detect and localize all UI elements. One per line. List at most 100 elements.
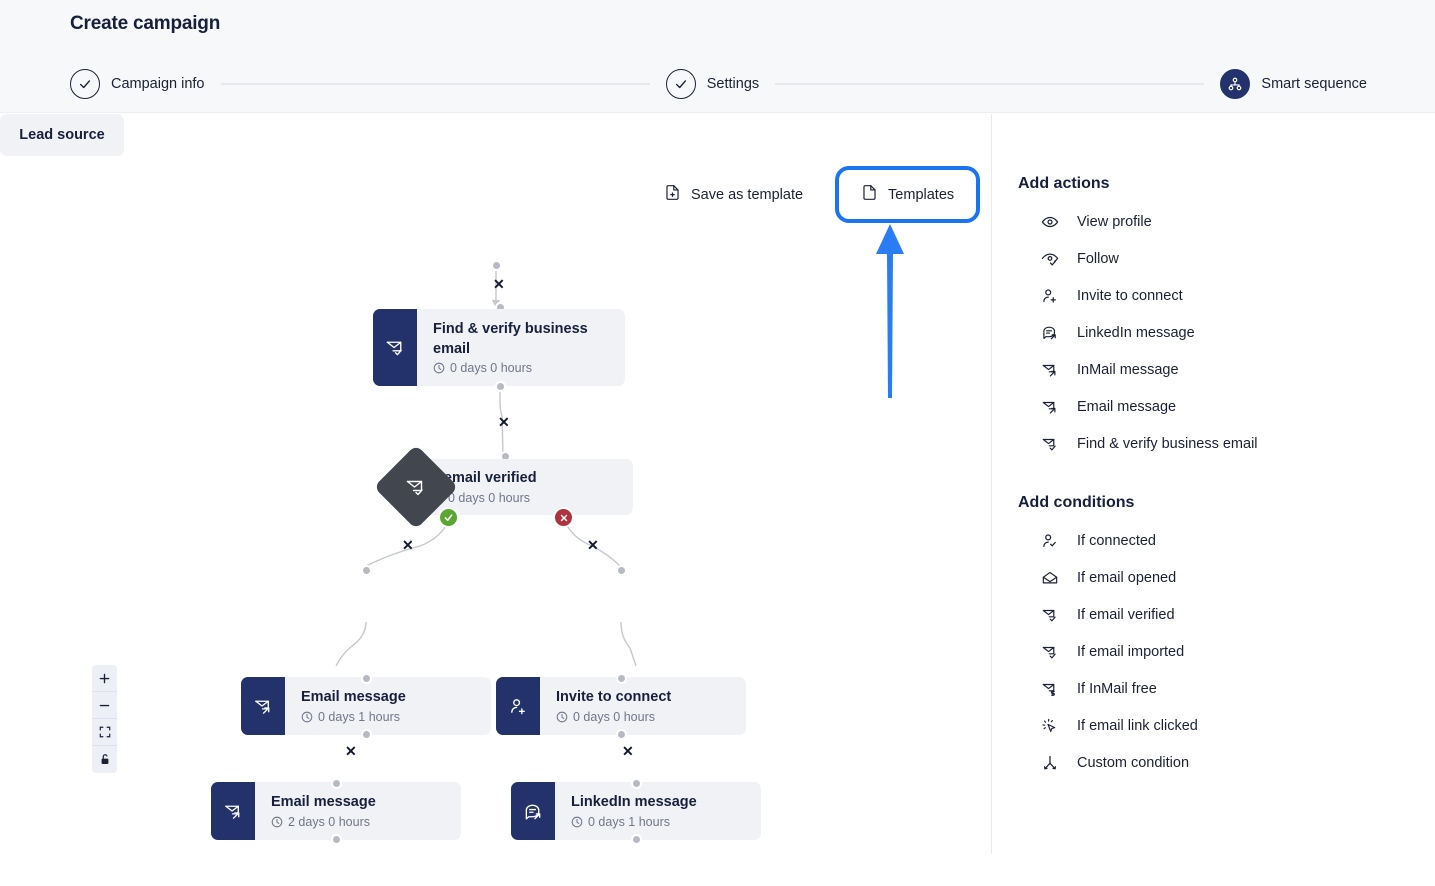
condition-label: If email imported — [1077, 644, 1184, 660]
node-title: Email message — [271, 793, 445, 813]
condition-item-if-connected[interactable]: If connected — [1018, 522, 1435, 559]
action-item-linkedin-message[interactable]: LinkedIn message — [1018, 314, 1435, 351]
node-handle[interactable] — [631, 778, 642, 789]
node-duration: 0 days 1 hours — [571, 815, 745, 829]
lock-canvas-button[interactable] — [92, 746, 117, 773]
branch-icon — [1040, 753, 1060, 773]
node-email-message-followup[interactable]: Email message 2 days 0 hours — [211, 782, 461, 840]
zoom-out-button[interactable] — [92, 692, 117, 719]
cursor-click-icon — [1040, 716, 1060, 736]
sequence-canvas[interactable]: Save as template Templates — [0, 114, 990, 854]
condition-item-if-email-link-clicked[interactable]: If email link clicked — [1018, 707, 1435, 744]
action-label: Find & verify business email — [1077, 436, 1258, 452]
envelope-open-icon — [1040, 568, 1060, 588]
node-handle[interactable] — [616, 729, 627, 740]
action-item-view-profile[interactable]: View profile — [1018, 203, 1435, 240]
node-handle[interactable] — [361, 673, 372, 684]
step-smart-sequence[interactable]: Smart sequence — [1220, 69, 1367, 99]
check-icon — [666, 69, 696, 99]
progress-stepper: Campaign info Settings Smart sequence — [70, 68, 1367, 100]
envelope-arrow-icon — [241, 677, 285, 735]
condition-label: If connected — [1077, 533, 1156, 549]
envelope-check-icon — [1040, 605, 1060, 625]
node-lead-source-label: Lead source — [19, 127, 104, 143]
condition-label: If email opened — [1077, 570, 1176, 586]
node-lead-source[interactable]: Lead source — [0, 114, 124, 156]
action-item-find-verify-business-email[interactable]: Find & verify business email — [1018, 425, 1435, 462]
node-invite-to-connect[interactable]: Invite to connect 0 days 0 hours — [496, 677, 746, 735]
clock-icon — [301, 711, 313, 723]
node-duration: 2 days 0 hours — [271, 815, 445, 829]
action-label: Invite to connect — [1077, 288, 1183, 304]
check-icon — [70, 69, 100, 99]
condition-item-if-email-imported[interactable]: If email imported — [1018, 633, 1435, 670]
eye-check-icon — [1040, 249, 1060, 269]
zoom-in-button[interactable] — [92, 665, 117, 692]
node-title: If email verified — [431, 469, 617, 489]
action-item-follow[interactable]: Follow — [1018, 240, 1435, 277]
page-header: Create campaign Campaign info Settings — [0, 0, 1435, 113]
envelope-dollar-icon — [1040, 679, 1060, 699]
condition-item-custom-condition[interactable]: Custom condition — [1018, 744, 1435, 781]
page-title: Create campaign — [70, 13, 220, 35]
delete-edge-button[interactable]: ✕ — [402, 538, 414, 552]
chat-arrow-icon — [1040, 323, 1060, 343]
clock-icon — [433, 362, 445, 374]
delete-edge-button[interactable]: ✕ — [622, 744, 634, 758]
node-handle[interactable] — [331, 834, 342, 845]
node-handle[interactable] — [361, 565, 372, 576]
action-label: View profile — [1077, 214, 1152, 230]
node-title: Email message — [301, 688, 475, 708]
action-label: LinkedIn message — [1077, 325, 1195, 341]
action-label: Email message — [1077, 399, 1176, 415]
action-item-email-message[interactable]: Email message — [1018, 388, 1435, 425]
condition-item-if-inmail-free[interactable]: If InMail free — [1018, 670, 1435, 707]
node-duration-label: 0 days 0 hours — [448, 491, 530, 505]
node-duration-label: 0 days 1 hours — [588, 815, 670, 829]
step-settings[interactable]: Settings — [666, 69, 759, 99]
envelope-arrow-icon — [211, 782, 255, 840]
node-email-message-left[interactable]: Email message 0 days 1 hours — [241, 677, 491, 735]
step-label-campaign-info: Campaign info — [111, 76, 205, 92]
action-item-invite-to-connect[interactable]: Invite to connect — [1018, 277, 1435, 314]
action-item-inmail-message[interactable]: InMail message — [1018, 351, 1435, 388]
fit-view-button[interactable] — [92, 719, 117, 746]
node-duration: 0 days 0 hours — [431, 491, 617, 505]
canvas-zoom-controls — [92, 665, 117, 773]
node-handle[interactable] — [631, 834, 642, 845]
node-linkedin-message[interactable]: LinkedIn message 0 days 1 hours — [511, 782, 761, 840]
fit-icon — [99, 726, 111, 738]
node-handle[interactable] — [616, 673, 627, 684]
node-find-verify-business-email[interactable]: Find & verify business email 0 days 0 ho… — [373, 309, 625, 386]
node-title: Find & verify business email — [433, 320, 609, 359]
condition-label: If email verified — [1077, 607, 1175, 623]
condition-item-if-email-verified[interactable]: If email verified — [1018, 596, 1435, 633]
delete-edge-button[interactable]: ✕ — [345, 744, 357, 758]
step-label-settings: Settings — [707, 76, 759, 92]
condition-label: If email link clicked — [1077, 718, 1198, 734]
delete-edge-button[interactable]: ✕ — [587, 538, 599, 552]
node-handle[interactable] — [361, 729, 372, 740]
step-label-smart-sequence: Smart sequence — [1261, 76, 1367, 92]
branch-false-badge[interactable] — [553, 507, 574, 528]
delete-edge-button[interactable]: ✕ — [498, 415, 510, 429]
condition-item-if-email-opened[interactable]: If email opened — [1018, 559, 1435, 596]
node-handle[interactable] — [331, 778, 342, 789]
step-campaign-info[interactable]: Campaign info — [70, 69, 205, 99]
user-check-icon — [1040, 531, 1060, 551]
node-handle[interactable] — [495, 381, 506, 392]
node-duration-label: 0 days 0 hours — [573, 710, 655, 724]
condition-label: If InMail free — [1077, 681, 1157, 697]
stepper-divider-2 — [775, 83, 1204, 85]
node-handle[interactable] — [491, 260, 502, 271]
delete-edge-button[interactable]: ✕ — [493, 277, 505, 291]
node-handle[interactable] — [616, 565, 627, 576]
envelope-arrow-icon — [1040, 397, 1060, 417]
node-duration-label: 0 days 0 hours — [450, 361, 532, 375]
branch-true-badge[interactable] — [438, 507, 459, 528]
node-title: LinkedIn message — [571, 793, 745, 813]
condition-label: Custom condition — [1077, 755, 1189, 771]
action-label: Follow — [1077, 251, 1119, 267]
user-plus-icon — [1040, 286, 1060, 306]
clock-icon — [271, 816, 283, 828]
